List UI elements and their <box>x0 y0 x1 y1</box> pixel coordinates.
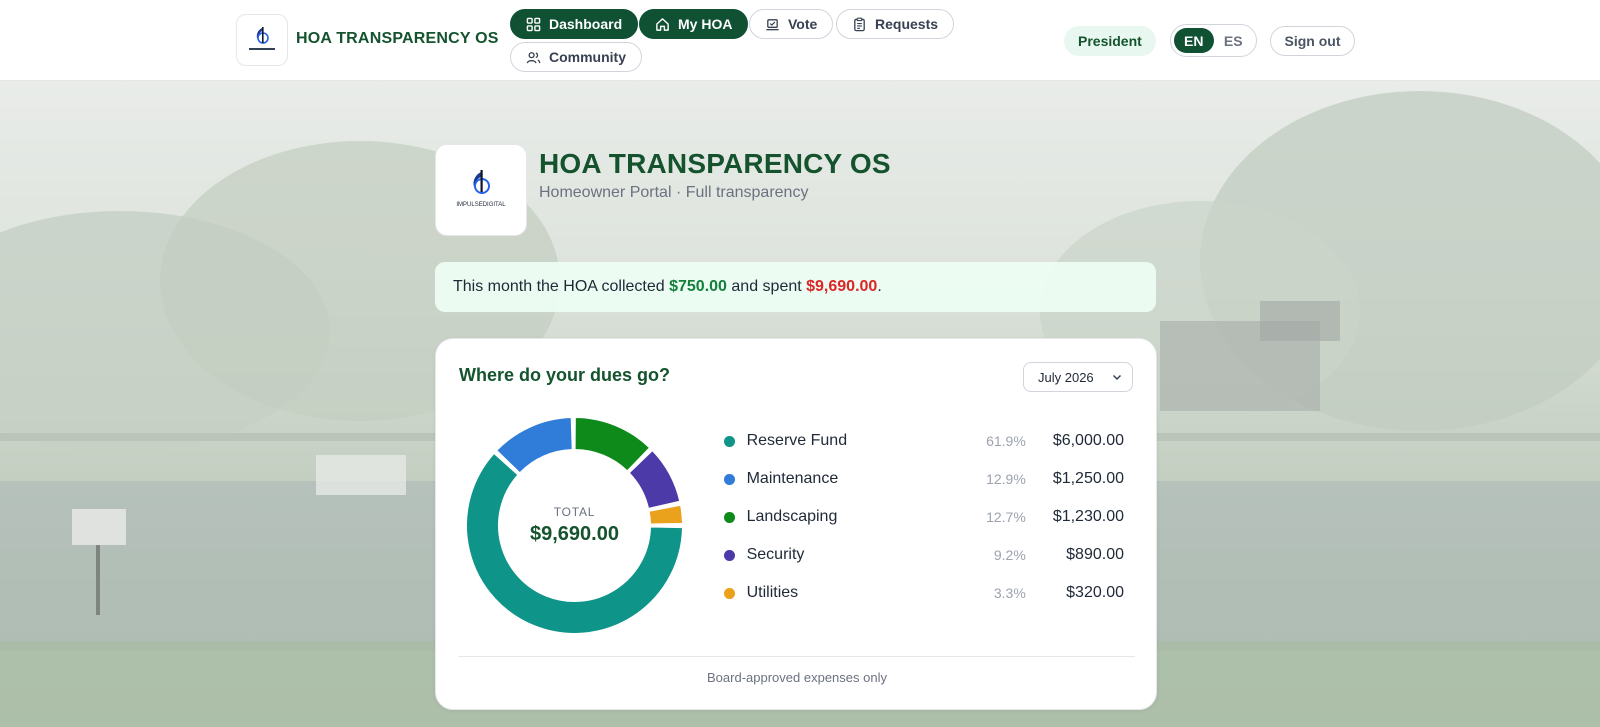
nav-requests-button[interactable]: Requests <box>836 9 955 39</box>
summary-prefix: This month the HOA collected <box>453 278 670 295</box>
month-select-value: July 2026 <box>1038 369 1094 385</box>
donut-center: TOTAL $9,690.00 <box>466 417 683 634</box>
brand-title[interactable]: HOA TRANSPARENCY OS <box>296 30 499 48</box>
legend-row-reserve-fund: Reserve Fund 61.9% $6,000.00 <box>724 429 1124 453</box>
legend-row-utilities: Utilities 3.3% $320.00 <box>724 581 1124 605</box>
legend-label-maintenance: Maintenance <box>746 470 839 487</box>
nav-my-hoa-label: My HOA <box>678 16 733 32</box>
legend-row-landscaping: Landscaping 12.7% $1,230.00 <box>724 505 1124 529</box>
dashboard-icon <box>526 17 541 31</box>
card-footer-note: Board-approved expenses only <box>707 670 887 685</box>
summary-suffix: . <box>877 278 882 295</box>
hoa-logo: IMPULSEDIGITAL <box>435 144 527 236</box>
nav-vote-button[interactable]: Vote <box>749 9 834 39</box>
legend-label-landscaping: Landscaping <box>746 508 838 525</box>
legend-amount-utilities: $320.00 <box>1066 584 1124 601</box>
nav-community-label: Community <box>549 49 626 65</box>
language-option-en[interactable]: EN <box>1174 28 1214 53</box>
dues-breakdown-card: Where do your dues go? July 2026 TOTAL $… <box>435 338 1157 710</box>
nav-community-button[interactable]: Community <box>510 42 642 72</box>
spent-amount: $9,690.00 <box>806 278 878 295</box>
legend-amount-landscaping: $1,230.00 <box>1052 508 1124 525</box>
collected-amount: $750.00 <box>669 278 727 295</box>
legend-label-utilities: Utilities <box>746 584 799 601</box>
language-toggle: EN ES <box>1170 24 1257 57</box>
month-select[interactable]: July 2026 <box>1023 362 1133 392</box>
users-icon <box>526 51 541 63</box>
legend-percent-security: 9.2% <box>993 547 1026 563</box>
top-navbar: HOA TRANSPARENCY OS Dashboard My HOA Vot… <box>0 0 1600 81</box>
legend-row-maintenance: Maintenance 12.9% $1,250.00 <box>724 467 1124 491</box>
legend-dot-reserve-fund <box>724 435 735 447</box>
legend-label-security: Security <box>746 546 805 563</box>
nav-requests-label: Requests <box>875 16 939 32</box>
vote-icon <box>766 18 779 30</box>
legend-percent-landscaping: 12.7% <box>986 509 1026 525</box>
monthly-summary-banner: This month the HOA collected $750.00 and… <box>435 262 1156 312</box>
impulse-digital-logo-icon <box>249 27 275 50</box>
legend-amount-reserve-fund: $6,000.00 <box>1052 432 1124 449</box>
nav-dashboard-button[interactable]: Dashboard <box>510 9 639 39</box>
language-option-es[interactable]: ES <box>1214 28 1254 53</box>
legend-percent-maintenance: 12.9% <box>986 471 1026 487</box>
legend-dot-utilities <box>724 587 735 599</box>
legend-label-reserve-fund: Reserve Fund <box>746 432 848 449</box>
impulse-digital-logo: IMPULSEDIGITAL <box>456 170 506 208</box>
clipboard-icon <box>854 17 865 31</box>
legend-dot-maintenance <box>724 473 735 485</box>
page-title: HOA TRANSPARENCY OS <box>539 148 891 179</box>
sign-out-button[interactable]: Sign out <box>1270 26 1355 56</box>
legend-percent-reserve-fund: 61.9% <box>986 433 1026 449</box>
nav-my-hoa-button[interactable]: My HOA <box>639 9 749 39</box>
donut-total-label: TOTAL <box>553 505 596 519</box>
donut-total-value: $9,690.00 <box>530 523 619 545</box>
page-subtitle: Homeowner Portal · Full transparency <box>539 184 809 201</box>
nav-vote-label: Vote <box>788 16 818 32</box>
legend-dot-security <box>724 549 735 561</box>
legend-amount-security: $890.00 <box>1066 546 1124 563</box>
summary-middle: and spent <box>726 278 807 295</box>
legend-percent-utilities: 3.3% <box>993 585 1026 601</box>
home-icon <box>656 17 669 31</box>
chevron-down-icon <box>1112 374 1122 381</box>
legend-dot-landscaping <box>724 511 735 523</box>
hoa-logo-text: IMPULSEDIGITAL <box>456 202 506 208</box>
nav-dashboard-label: Dashboard <box>549 16 623 32</box>
card-divider <box>458 656 1135 657</box>
legend-row-security: Security 9.2% $890.00 <box>724 543 1124 567</box>
brand-logo[interactable] <box>236 14 288 66</box>
legend-amount-maintenance: $1,250.00 <box>1052 470 1124 487</box>
card-title: Where do your dues go? <box>459 365 671 385</box>
role-badge: President <box>1064 26 1156 56</box>
